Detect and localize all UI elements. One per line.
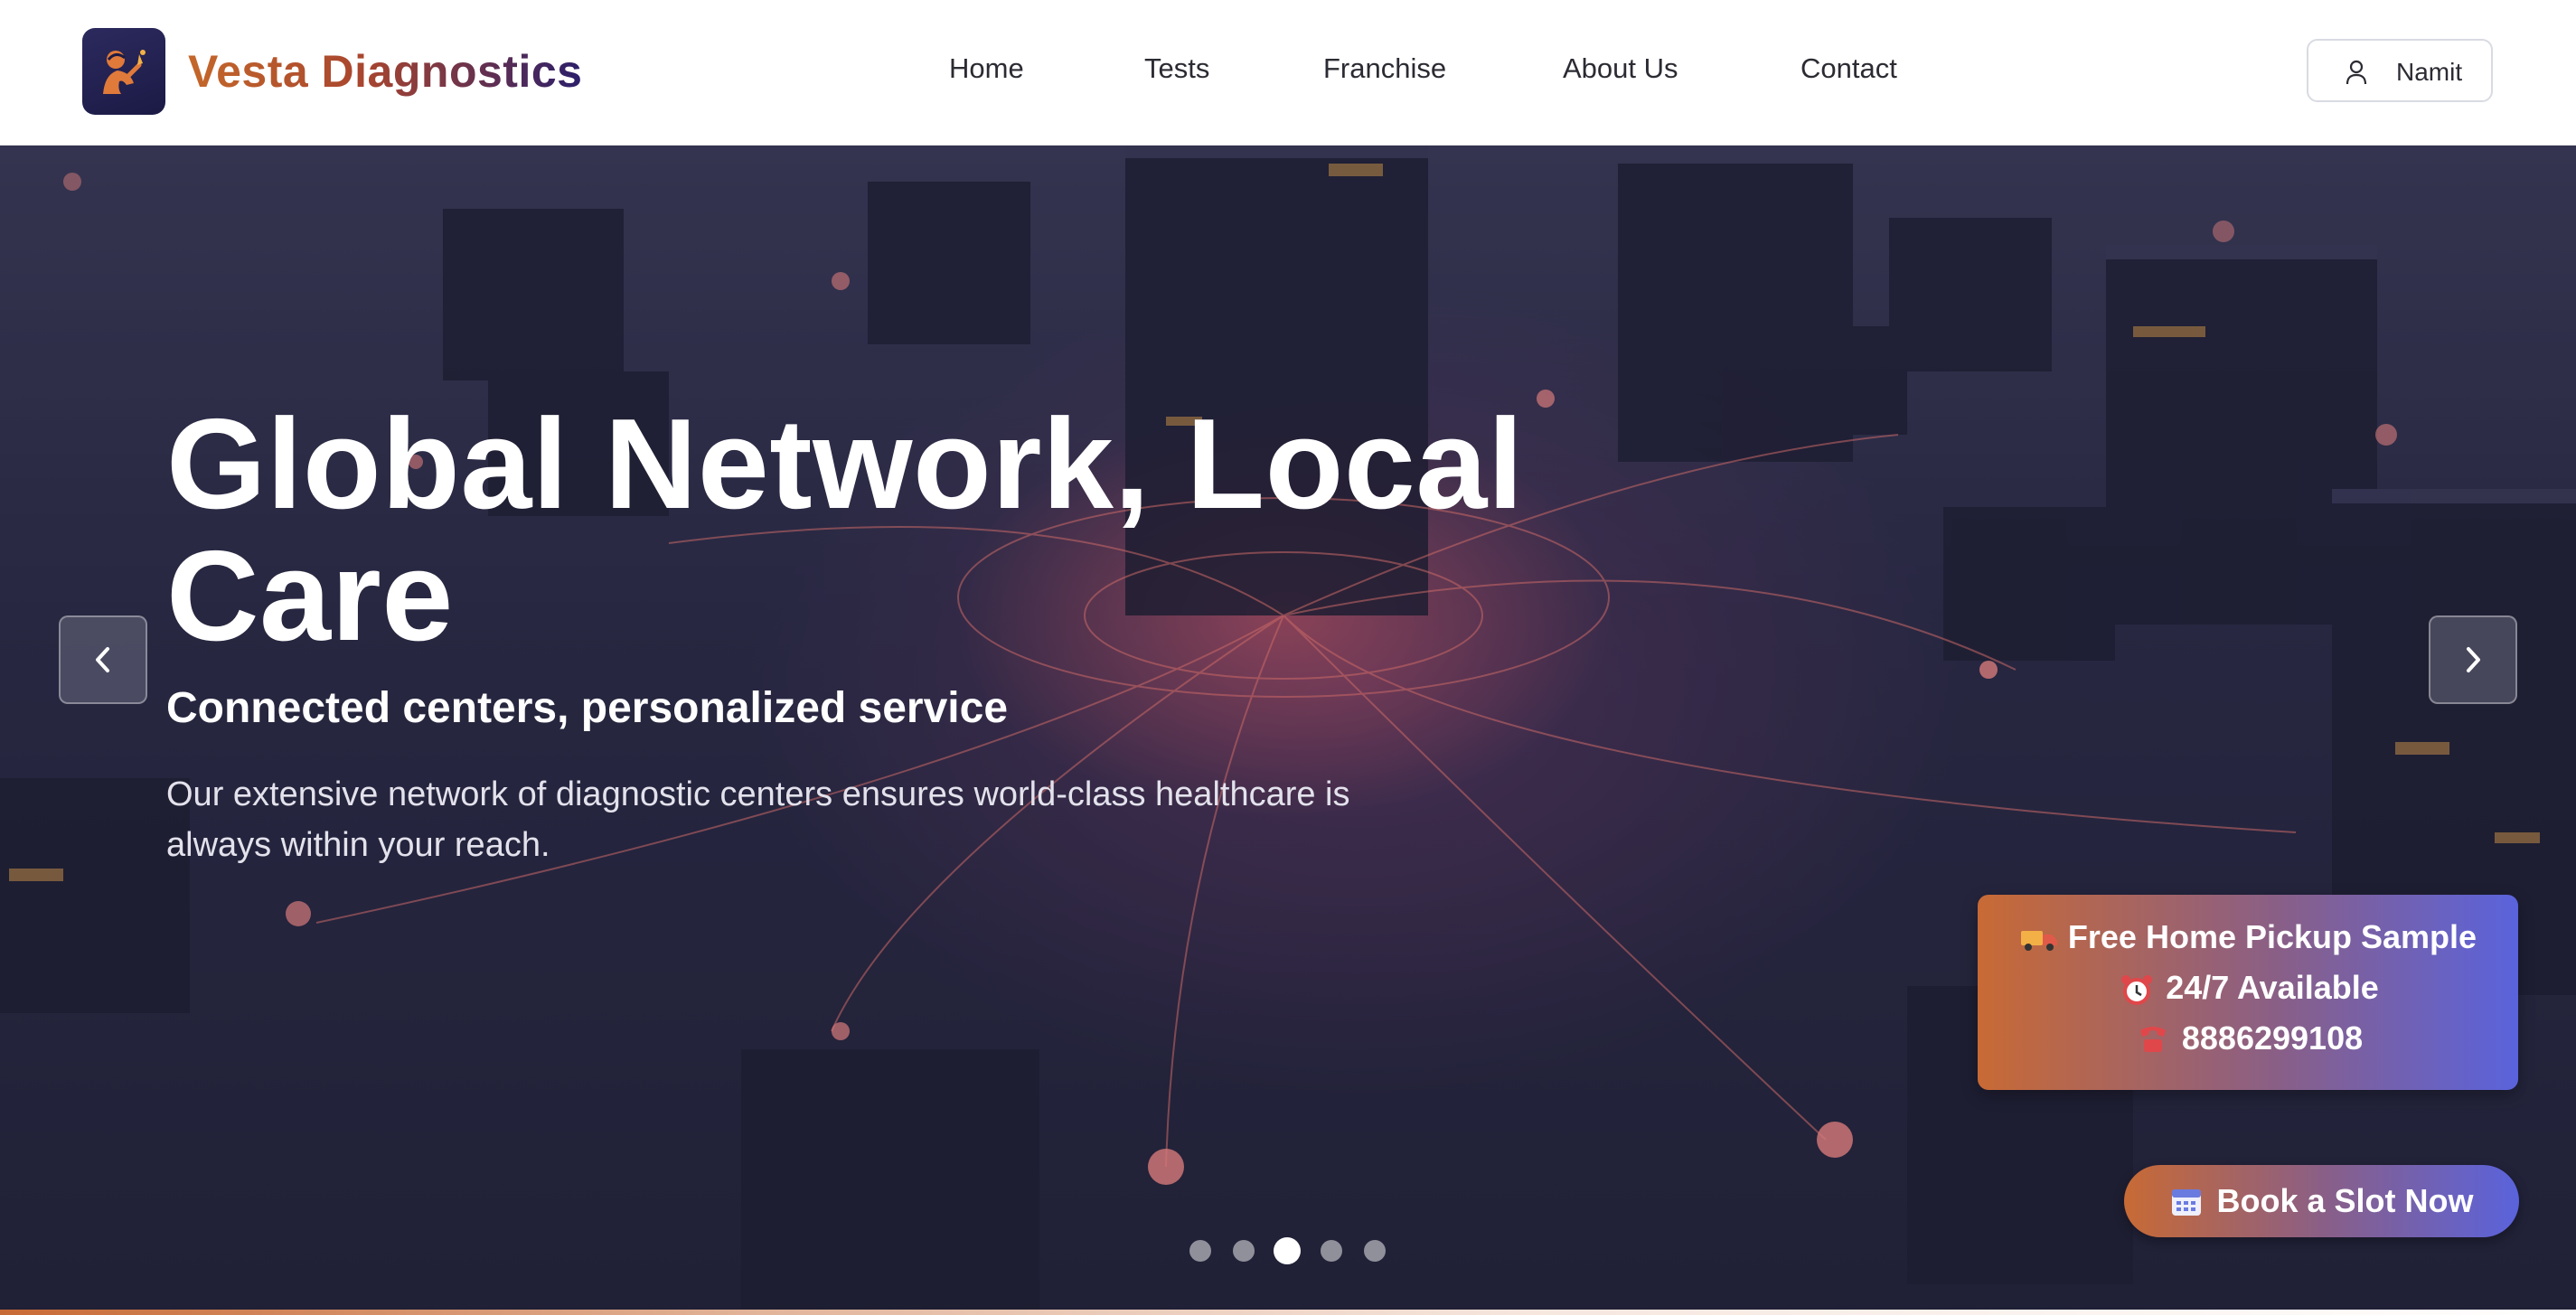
- user-icon: [2346, 60, 2367, 85]
- promo-line-availability: 24/7 Available: [1978, 969, 2518, 1007]
- logo[interactable]: [82, 28, 165, 115]
- user-account-button[interactable]: Namit: [2307, 39, 2493, 102]
- carousel-dot-3[interactable]: [1274, 1237, 1301, 1264]
- chevron-left-icon: [96, 647, 109, 672]
- book-slot-label: Book a Slot Now: [2216, 1182, 2474, 1219]
- carousel-dot-4[interactable]: [1321, 1240, 1342, 1262]
- hero-title: Global Network, Local Care: [166, 392, 1524, 668]
- hero-carousel: Global Network, Local Care Connected cen…: [0, 146, 2576, 1315]
- promo-availability-text: 24/7 Available: [2166, 969, 2379, 1006]
- book-slot-button[interactable]: Book a Slot Now: [2124, 1165, 2519, 1237]
- carousel-dot-1[interactable]: [1189, 1240, 1211, 1262]
- carousel-dot-2[interactable]: [1233, 1240, 1255, 1262]
- nav-about-us[interactable]: About Us: [1563, 52, 1678, 85]
- promo-pickup-text: Free Home Pickup Sample: [2067, 918, 2477, 955]
- carousel-dots: [0, 1237, 2576, 1276]
- truck-icon: [2020, 931, 2057, 952]
- home-pickup-card[interactable]: Free Home Pickup Sample 24/7 Available 8…: [1978, 895, 2518, 1090]
- promo-line-phone[interactable]: 8886299108: [1978, 1019, 2518, 1057]
- carousel-prev-button[interactable]: [59, 615, 147, 704]
- calendar-icon: [2172, 1189, 2202, 1216]
- site-header: Vesta Diagnostics Home Tests Franchise A…: [0, 0, 2576, 146]
- nav-contact[interactable]: Contact: [1800, 52, 1897, 85]
- lab-figure-icon: [103, 50, 146, 94]
- nav-tests[interactable]: Tests: [1144, 52, 1209, 85]
- nav-home[interactable]: Home: [949, 52, 1024, 85]
- nav-franchise[interactable]: Franchise: [1323, 52, 1446, 85]
- promo-line-pickup: Free Home Pickup Sample: [1978, 918, 2518, 956]
- hero-description: Our extensive network of diagnostic cent…: [166, 775, 1350, 864]
- hero-subtitle: Connected centers, personalized service: [166, 684, 1009, 732]
- brand-name[interactable]: Vesta Diagnostics: [188, 45, 582, 98]
- alarm-clock-icon: [2121, 975, 2153, 1006]
- chevron-right-icon: [2467, 647, 2480, 672]
- promo-phone-number: 8886299108: [2181, 1019, 2364, 1057]
- carousel-next-button[interactable]: [2429, 615, 2517, 704]
- user-name: Namit: [2396, 58, 2463, 86]
- carousel-dot-5[interactable]: [1364, 1240, 1386, 1262]
- phone-icon: [2139, 1027, 2166, 1053]
- section-divider: [0, 1310, 2576, 1315]
